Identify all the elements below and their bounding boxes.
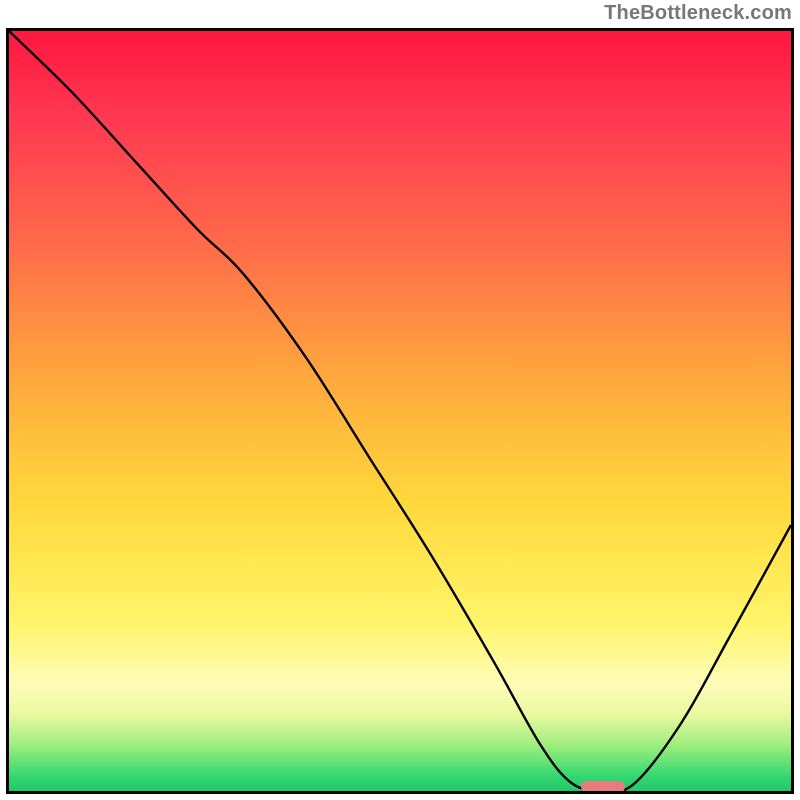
bottleneck-curve bbox=[9, 31, 791, 791]
watermark-text: TheBottleneck.com bbox=[604, 2, 792, 25]
chart-canvas: TheBottleneck.com bbox=[0, 0, 800, 800]
plot-frame bbox=[6, 28, 794, 794]
plot-area bbox=[9, 31, 791, 791]
optimal-marker-icon bbox=[581, 781, 625, 793]
